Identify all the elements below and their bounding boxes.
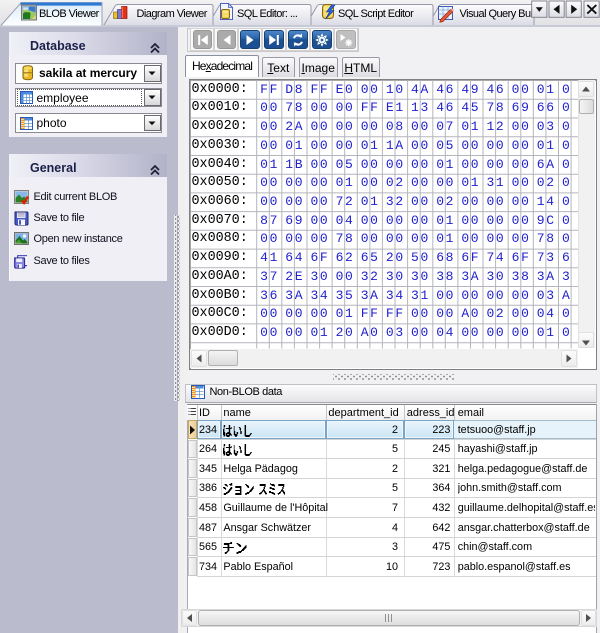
svg-text:BLOB Viewer: BLOB Viewer (39, 8, 100, 20)
svg-text:SQL Script Editor: SQL Script Editor (338, 8, 414, 20)
svg-text:Diagram Viewer: Diagram Viewer (137, 8, 208, 20)
svg-text:SQL Editor: ...: SQL Editor: ... (237, 8, 298, 20)
svg-text:Visual Query Buil: Visual Query Buil (460, 8, 535, 20)
